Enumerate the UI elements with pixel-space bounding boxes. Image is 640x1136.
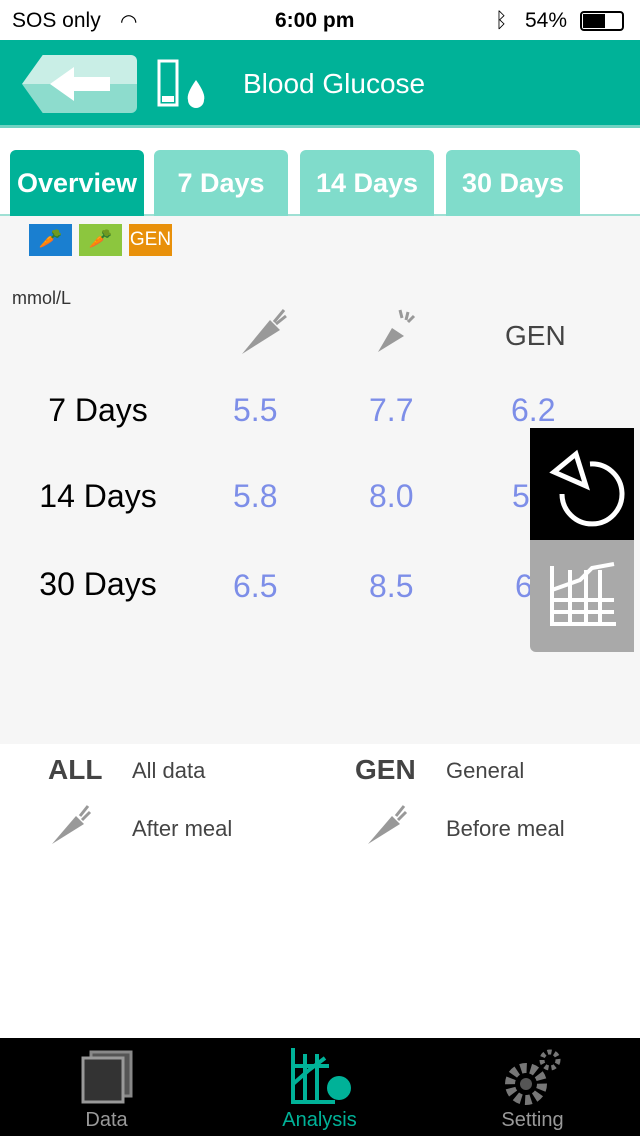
before-meal-carrot-icon <box>378 309 416 352</box>
row-label-30-days: 30 Days <box>39 566 157 602</box>
battery-percent: 54% <box>525 9 568 32</box>
back-button[interactable] <box>22 55 137 113</box>
row-label-14-days: 14 Days <box>39 478 157 514</box>
row-label-7-days: 7 Days <box>48 392 148 428</box>
after-meal-carrot-icon: 🥕 <box>29 224 72 256</box>
value: 6.2 <box>511 392 556 428</box>
value: 6.5 <box>233 568 278 604</box>
gen-column-header: GEN <box>505 320 566 351</box>
after-meal-carrot-icon <box>52 805 92 844</box>
value: 5.5 <box>233 392 278 428</box>
bottom-tab-bar: Data Analysis Setting <box>0 1038 640 1136</box>
carrier: SOS only <box>12 9 101 32</box>
unit-label: mmol/L <box>12 288 72 308</box>
tab-14-days[interactable]: 14 Days <box>300 150 434 216</box>
header: Blood Glucose <box>0 40 640 128</box>
tabbar-data[interactable]: Data <box>0 1038 213 1136</box>
back-arrow-icon <box>50 67 110 101</box>
gen-badge: GEN <box>129 224 172 256</box>
status-bar: SOS only ◠ 6:00 pm ᛒ 54% <box>0 0 640 40</box>
data-icon <box>81 1050 132 1104</box>
legend-before-meal-text: Before meal <box>446 816 565 841</box>
before-meal-carrot-icon <box>368 805 408 844</box>
gear-icon <box>504 1049 560 1105</box>
page-title: Blood Glucose <box>243 68 426 99</box>
line-chart-icon <box>550 562 616 626</box>
after-meal-carrot-icon <box>242 309 287 354</box>
tab-bar: Overview 7 Days 14 Days 30 Days <box>0 150 640 216</box>
legend-all-text: All data <box>132 758 206 783</box>
legend-after-meal-text: After meal <box>132 816 233 841</box>
value: 8.0 <box>369 478 414 514</box>
time: 6:00 pm <box>275 9 355 32</box>
legend-all-key: ALL <box>48 754 103 785</box>
wifi-icon: ◠ <box>120 11 138 33</box>
value: 7.7 <box>369 392 414 428</box>
tab-7-days[interactable]: 7 Days <box>154 150 288 216</box>
pie-chart-icon <box>549 449 625 527</box>
tab-overview[interactable]: Overview <box>10 150 144 216</box>
analysis-icon <box>290 1048 351 1104</box>
before-meal-carrot-icon: 🥕 <box>79 224 122 256</box>
bluetooth-icon: ᛒ <box>495 9 508 32</box>
pie-chart-view-button[interactable] <box>530 428 634 540</box>
battery-icon <box>580 11 624 31</box>
line-chart-view-button[interactable] <box>530 540 634 652</box>
tabbar-analysis[interactable]: Analysis <box>213 1038 426 1136</box>
value: 5.8 <box>233 478 278 514</box>
legend-gen-text: General <box>446 758 525 783</box>
tabbar-setting[interactable]: Setting <box>426 1038 639 1136</box>
legend-gen-key: GEN <box>355 754 416 785</box>
value: 5 <box>512 478 530 514</box>
value: 8.5 <box>369 568 414 604</box>
tab-30-days[interactable]: 30 Days <box>446 150 580 216</box>
test-strip-drop-icon <box>157 59 205 108</box>
